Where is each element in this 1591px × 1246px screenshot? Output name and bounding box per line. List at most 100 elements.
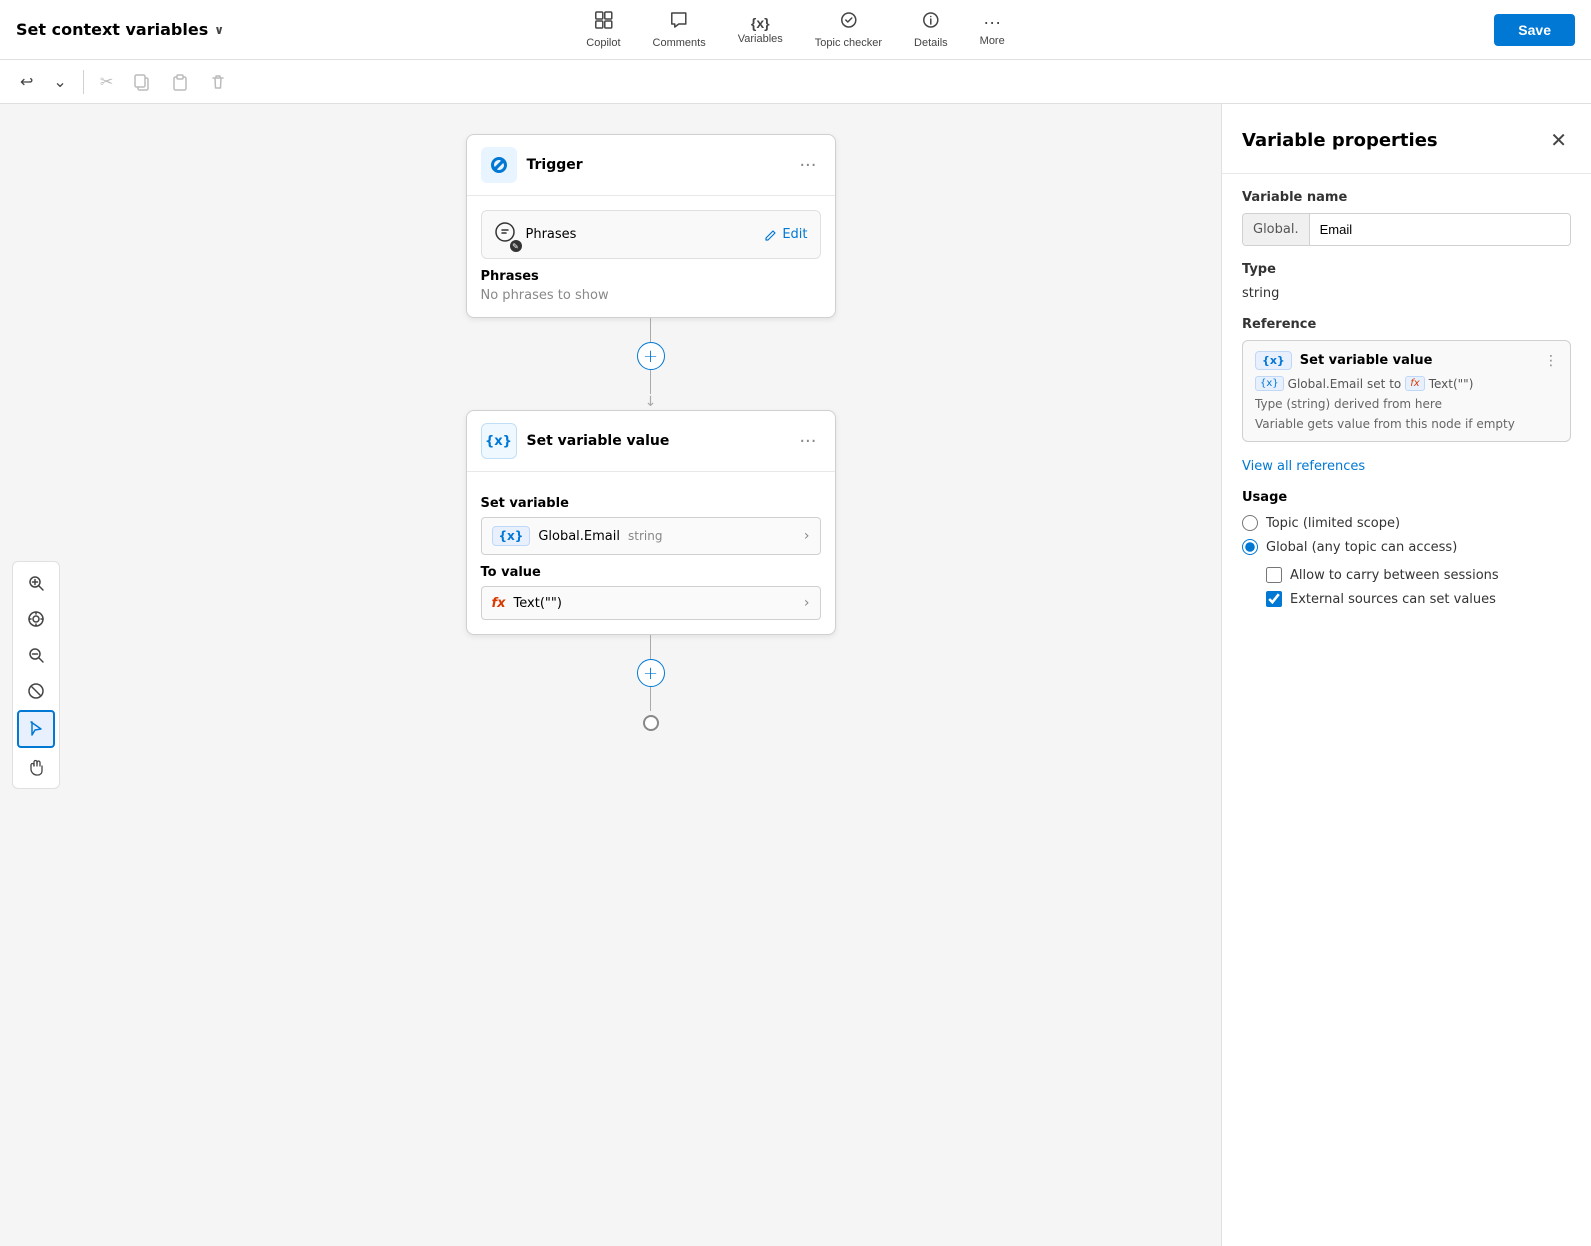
- panel-header: Variable properties ✕: [1222, 104, 1591, 174]
- type-label: Type: [1242, 262, 1571, 277]
- var-name-prefix: Global.: [1243, 214, 1310, 245]
- radio-topic-input[interactable]: [1242, 515, 1258, 531]
- trigger-body: ✎ Phrases Edit Phrases No phrases to sho…: [467, 196, 835, 317]
- close-panel-button[interactable]: ✕: [1546, 124, 1571, 157]
- variable-properties-panel: Variable properties ✕ Variable name Glob…: [1221, 104, 1591, 1246]
- set-variable-section-label: Set variable: [481, 496, 821, 511]
- undo-button[interactable]: ↩: [12, 66, 41, 98]
- fx-arrow-icon: ›: [804, 595, 810, 611]
- canvas-area[interactable]: Trigger ··· ✎ Phrases Edit: [0, 104, 1221, 1246]
- var-name-input[interactable]: [1310, 214, 1570, 245]
- set-variable-menu-button[interactable]: ···: [795, 427, 820, 456]
- phrases-heading: Phrases: [481, 269, 821, 284]
- view-all-references-link[interactable]: View all references: [1242, 459, 1365, 474]
- zoom-in-button[interactable]: [17, 566, 55, 600]
- set-variable-header: {x} Set variable value ···: [467, 411, 835, 472]
- radio-global-input[interactable]: [1242, 539, 1258, 555]
- reference-card: {x} Set variable value ⋮ {x} Global.Emai…: [1242, 340, 1571, 442]
- nav-copilot[interactable]: Copilot: [572, 6, 634, 53]
- nav-more[interactable]: ··· More: [966, 8, 1019, 51]
- ref-card-title: Set variable value: [1300, 353, 1536, 368]
- checkbox-external-sources[interactable]: External sources can set values: [1266, 591, 1571, 607]
- ref-description-2: Variable gets value from this node if em…: [1255, 417, 1558, 431]
- arrow-down-1: ↓: [645, 394, 657, 410]
- topic-checker-icon: [838, 10, 858, 35]
- connector-line-1b: [650, 370, 651, 394]
- nav-details[interactable]: Details: [900, 6, 962, 53]
- external-sources-label: External sources can set values: [1290, 592, 1496, 607]
- trigger-node-header: Trigger ···: [467, 135, 835, 196]
- reference-label: Reference: [1242, 317, 1571, 332]
- zoom-out-button[interactable]: [17, 638, 55, 672]
- carry-sessions-checkbox[interactable]: [1266, 567, 1282, 583]
- more-icon: ···: [983, 12, 1001, 33]
- redo-button[interactable]: ⌄: [45, 66, 74, 98]
- checkbox-carry-sessions[interactable]: Allow to carry between sessions: [1266, 567, 1571, 583]
- add-node-button-1[interactable]: +: [637, 342, 665, 370]
- left-toolbar: [12, 561, 60, 789]
- edit-label: Edit: [782, 227, 807, 242]
- hand-button[interactable]: [17, 750, 55, 784]
- var-badge: {x}: [492, 526, 531, 546]
- usage-section: Usage Topic (limited scope) Global (any …: [1242, 490, 1571, 607]
- more-label: More: [980, 35, 1005, 47]
- trigger-title: Trigger: [527, 157, 786, 173]
- var-name: Global.Email: [538, 529, 620, 544]
- variable-select-row[interactable]: {x} Global.Email string ›: [481, 517, 821, 555]
- comments-label: Comments: [653, 37, 706, 49]
- phrases-sub-label: Phrases: [526, 227, 755, 242]
- fx-badge: fx: [492, 596, 506, 611]
- select-button[interactable]: [17, 710, 55, 748]
- trigger-node: Trigger ··· ✎ Phrases Edit: [466, 134, 836, 318]
- topbar-right: Save: [1494, 14, 1575, 46]
- cut-button[interactable]: ✂: [92, 66, 121, 98]
- connector-1: + ↓: [637, 318, 665, 410]
- external-sources-checkbox[interactable]: [1266, 591, 1282, 607]
- center-button[interactable]: [17, 602, 55, 636]
- usage-title: Usage: [1242, 490, 1571, 505]
- usage-radio-group: Topic (limited scope) Global (any topic …: [1242, 515, 1571, 555]
- radio-global[interactable]: Global (any topic can access): [1242, 539, 1571, 555]
- ref-set-to: set to: [1367, 377, 1401, 391]
- ref-detail: {x} Global.Email set to fx Text(""): [1255, 376, 1558, 391]
- trigger-menu-button[interactable]: ···: [795, 151, 820, 180]
- canvas-nodes: Trigger ··· ✎ Phrases Edit: [0, 104, 1221, 1246]
- ref-small-badge: {x}: [1255, 376, 1284, 391]
- trigger-icon: [481, 147, 517, 183]
- nav-bar: Copilot Comments {x} Variables Topic che…: [572, 6, 1018, 53]
- paste-button[interactable]: [163, 67, 197, 97]
- panel-title: Variable properties: [1242, 130, 1438, 151]
- details-label: Details: [914, 37, 948, 49]
- fx-value-row[interactable]: fx Text("") ›: [481, 586, 821, 620]
- edit-toolbar: ↩ ⌄ ✂: [0, 60, 1591, 104]
- chevron-down-icon: ∨: [214, 23, 224, 37]
- var-arrow-icon: ›: [804, 528, 810, 544]
- copy-button[interactable]: [125, 67, 159, 97]
- add-node-button-2[interactable]: +: [637, 659, 665, 687]
- ref-card-menu[interactable]: ⋮: [1544, 353, 1558, 369]
- radio-topic[interactable]: Topic (limited scope): [1242, 515, 1571, 531]
- var-type: string: [628, 529, 662, 543]
- details-icon: [921, 10, 941, 35]
- type-section: Type string: [1242, 262, 1571, 301]
- nav-topic-checker[interactable]: Topic checker: [801, 6, 896, 53]
- edit-link[interactable]: Edit: [764, 227, 807, 242]
- to-value-label: To value: [481, 565, 821, 580]
- phrases-icon: ✎: [494, 221, 516, 248]
- topbar: Set context variables ∨ Copilot Comments…: [0, 0, 1591, 60]
- type-value: string: [1242, 286, 1279, 301]
- nav-variables[interactable]: {x} Variables: [724, 11, 797, 49]
- save-button[interactable]: Save: [1494, 14, 1575, 46]
- phrases-sub-card: ✎ Phrases Edit: [481, 210, 821, 259]
- nav-comments[interactable]: Comments: [639, 6, 720, 53]
- page-title[interactable]: Set context variables ∨: [16, 20, 224, 39]
- toolbar-separator-1: [83, 70, 84, 94]
- radio-global-label: Global (any topic can access): [1266, 540, 1457, 555]
- no-fit-button[interactable]: [17, 674, 55, 708]
- delete-button[interactable]: [201, 67, 235, 97]
- reference-section: Reference {x} Set variable value ⋮ {x} G…: [1242, 317, 1571, 474]
- set-variable-title: Set variable value: [527, 433, 786, 449]
- topic-checker-label: Topic checker: [815, 37, 882, 49]
- phrases-section: Phrases No phrases to show: [481, 269, 821, 303]
- variables-icon: {x}: [751, 15, 770, 31]
